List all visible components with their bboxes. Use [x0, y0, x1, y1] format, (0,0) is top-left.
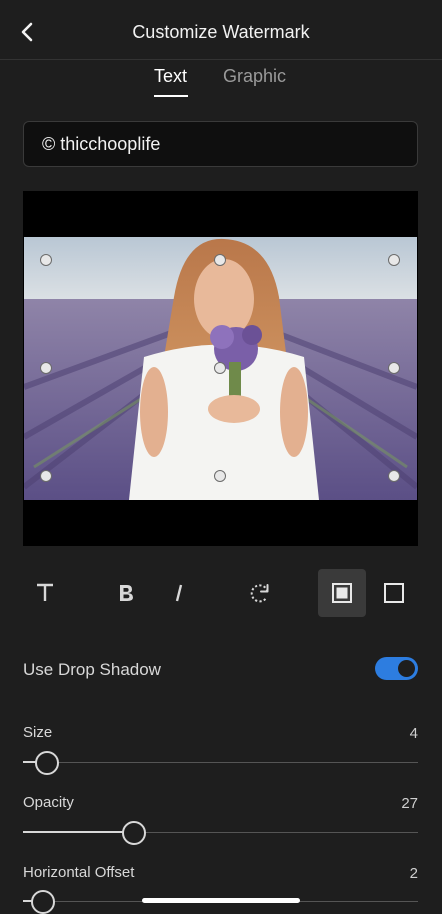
- page-title: Customize Watermark: [132, 22, 310, 42]
- outline-box-button[interactable]: [370, 569, 418, 617]
- bold-icon: [120, 585, 133, 601]
- outline-box-icon: [384, 583, 404, 603]
- horizontal-offset-value: 2: [409, 865, 418, 882]
- watermark-text-input[interactable]: [23, 121, 418, 167]
- style-toolbar: [0, 569, 442, 617]
- filled-box-icon: [332, 583, 352, 603]
- resize-handle-bottom-center[interactable]: [214, 470, 226, 482]
- text-style-icon: [37, 583, 53, 601]
- watermark-preview: [23, 191, 418, 546]
- resize-handle-bottom-right[interactable]: [388, 470, 400, 482]
- header: Customize Watermark: [0, 0, 442, 60]
- opacity-slider[interactable]: [23, 820, 418, 846]
- horizontal-offset-label: Horizontal Offset: [23, 864, 135, 881]
- italic-icon: [175, 584, 183, 602]
- bold-button[interactable]: [102, 569, 150, 617]
- resize-handle-top-left[interactable]: [40, 254, 52, 266]
- tab-text[interactable]: Text: [154, 66, 187, 87]
- rotate-button[interactable]: [236, 569, 284, 617]
- size-slider-thumb[interactable]: [35, 751, 59, 775]
- active-tab-indicator: [154, 95, 188, 97]
- size-label: Size: [23, 724, 53, 741]
- resize-handle-top-right[interactable]: [388, 254, 400, 266]
- resize-handle-middle-right[interactable]: [388, 362, 400, 374]
- italic-button[interactable]: [155, 569, 203, 617]
- resize-handle-top-center[interactable]: [214, 254, 226, 266]
- tab-bar: Text Graphic: [0, 62, 442, 102]
- resize-handle-bottom-left[interactable]: [40, 470, 52, 482]
- drop-shadow-toggle[interactable]: [375, 657, 418, 680]
- filled-box-button[interactable]: [318, 569, 366, 617]
- rotate-icon: [250, 584, 269, 603]
- drop-shadow-label: Use Drop Shadow: [23, 660, 161, 679]
- opacity-slider-thumb[interactable]: [122, 821, 146, 845]
- resize-handle-middle-left[interactable]: [40, 362, 52, 374]
- resize-handle-center[interactable]: [214, 362, 226, 374]
- opacity-value: 27: [401, 795, 418, 812]
- home-indicator: [142, 898, 300, 903]
- size-value: 4: [409, 725, 418, 742]
- toggle-knob: [398, 660, 415, 677]
- tab-graphic[interactable]: Graphic: [223, 66, 286, 87]
- text-style-button[interactable]: [21, 569, 69, 617]
- size-slider[interactable]: [23, 750, 418, 776]
- horizontal-offset-slider-thumb[interactable]: [31, 890, 55, 914]
- opacity-label: Opacity: [23, 794, 74, 811]
